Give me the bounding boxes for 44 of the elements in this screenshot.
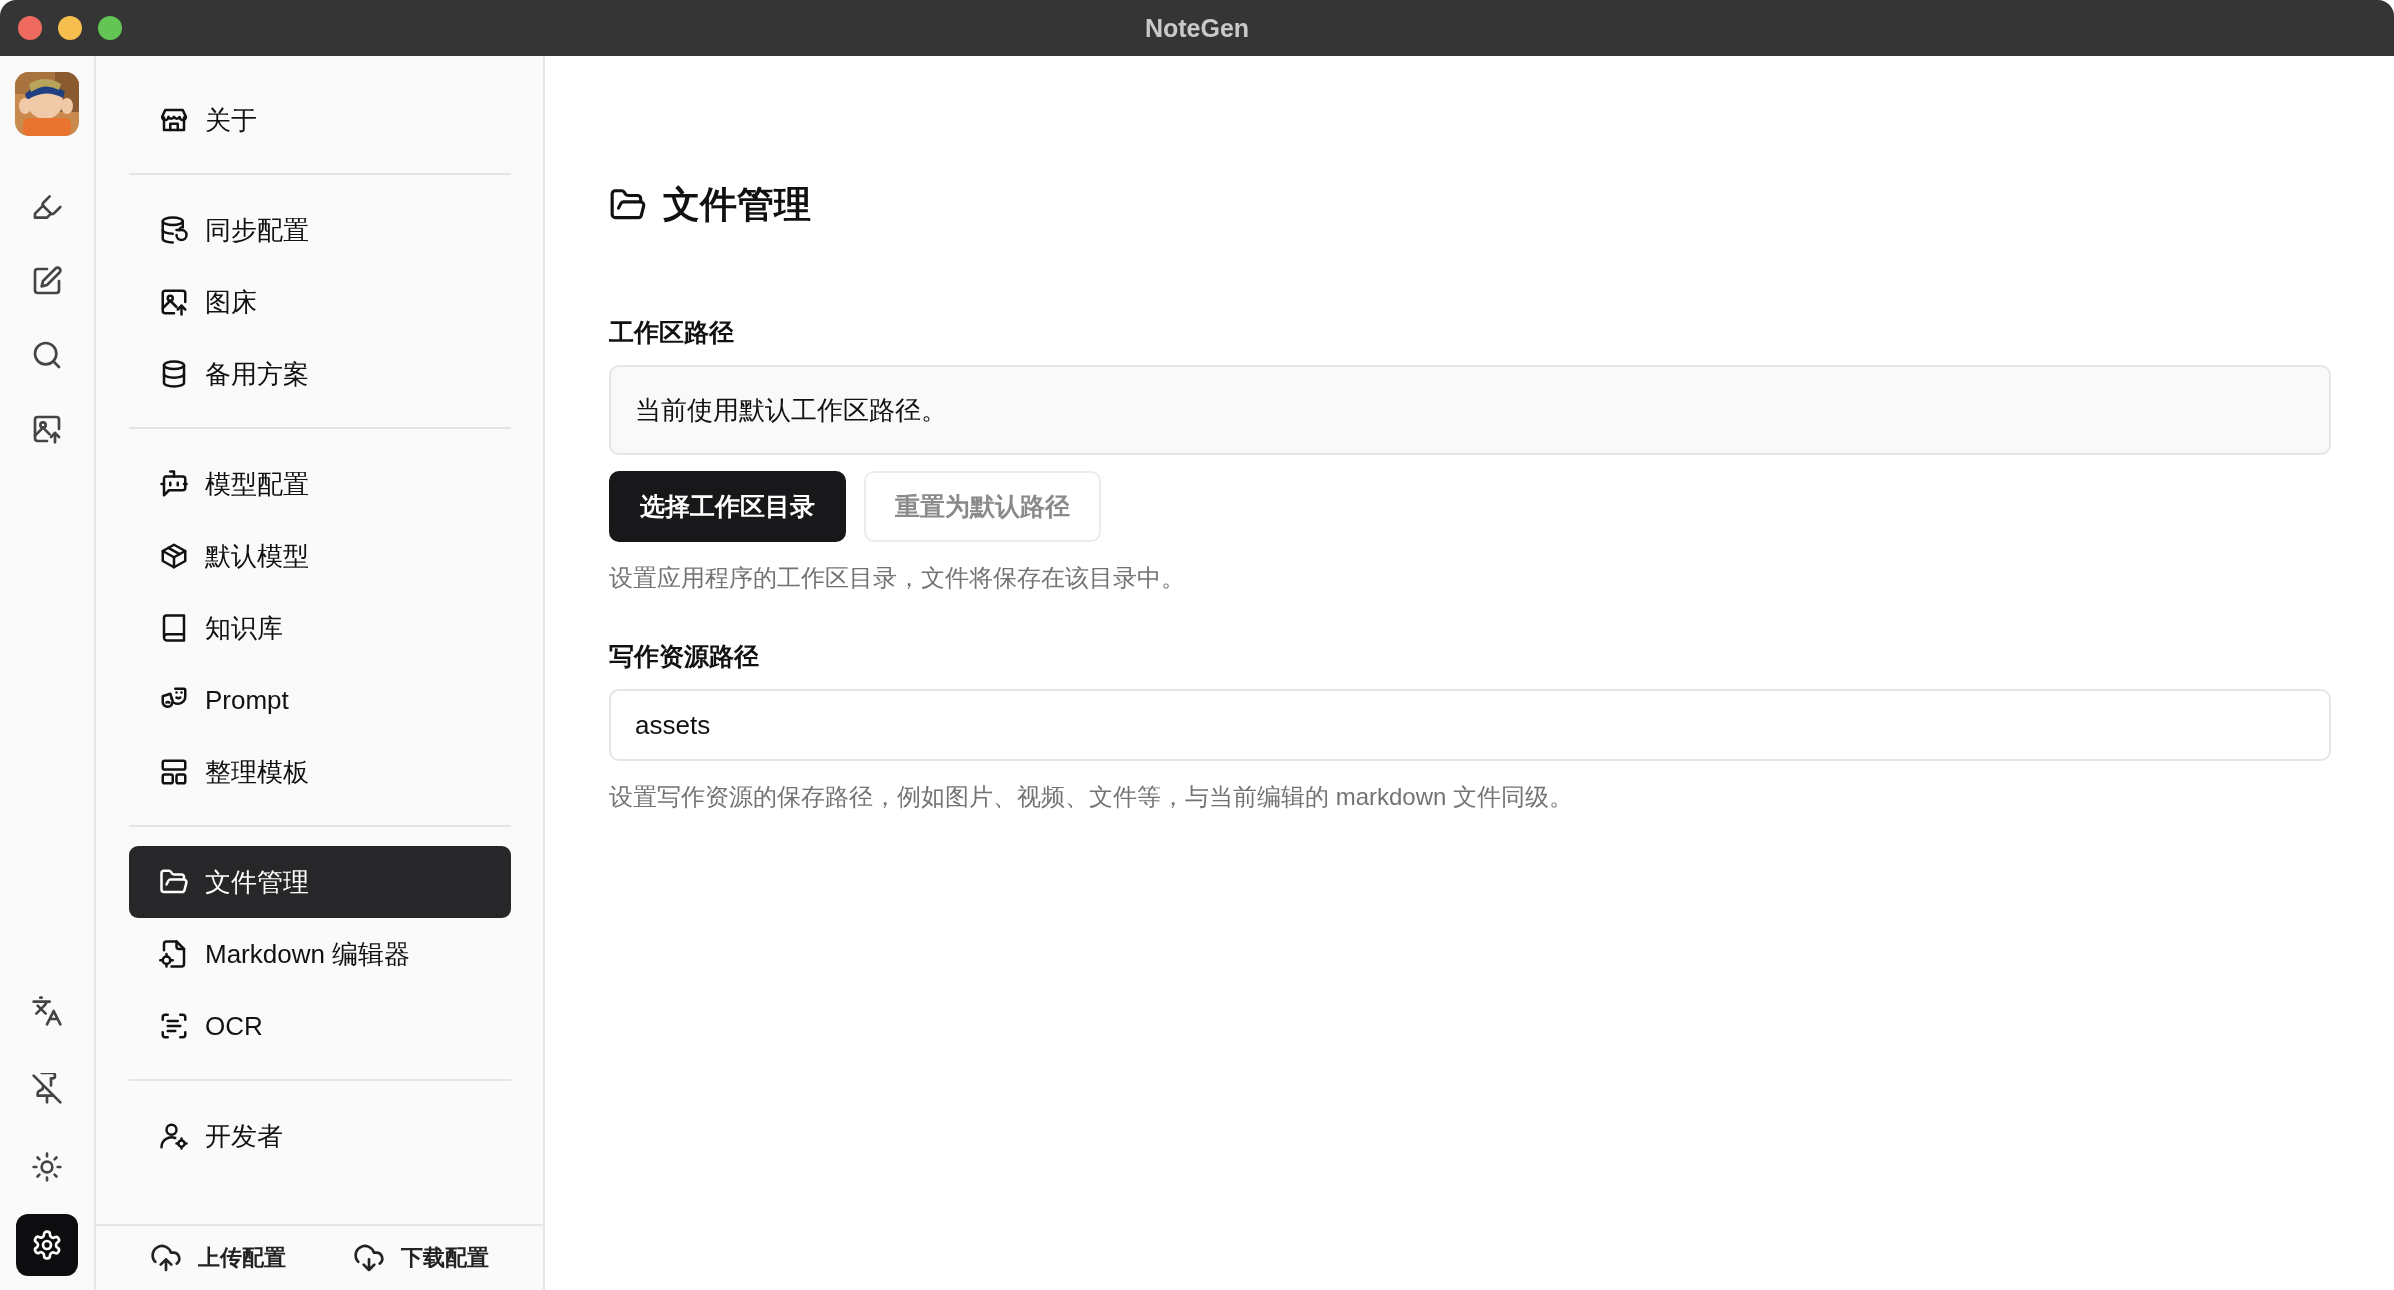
cloud-upload-icon bbox=[149, 1242, 182, 1274]
pin-off-icon bbox=[31, 1073, 63, 1105]
upload-button[interactable]: 上传配置 bbox=[143, 1238, 292, 1278]
sidebar-item[interactable]: 文件管理 bbox=[129, 846, 511, 918]
translate-icon bbox=[31, 995, 63, 1027]
image-upload-icon bbox=[159, 287, 189, 317]
help-text: 设置写作资源的保存路径，例如图片、视频、文件等，与当前编辑的 markdown 文件同级。 bbox=[609, 782, 1574, 812]
path-display: 当前使用默认工作区路径。 bbox=[609, 365, 2331, 455]
page-title: 文件管理 bbox=[663, 183, 811, 227]
sidebar-item[interactable]: 模型配置 bbox=[129, 448, 511, 520]
section-label: 工作区路径 bbox=[609, 317, 734, 348]
sidebar-item[interactable]: 知识库 bbox=[129, 592, 511, 664]
sidebar-item[interactable]: 图床 bbox=[129, 266, 511, 338]
user-gear-icon bbox=[159, 1121, 189, 1151]
sidebar-item[interactable]: 整理模板 bbox=[129, 736, 511, 808]
sidebar-item[interactable]: 同步配置 bbox=[129, 194, 511, 266]
sidebar-item[interactable]: 默认模型 bbox=[129, 520, 511, 592]
image-upload-icon bbox=[31, 413, 63, 445]
sidebar-item[interactable]: 关于 bbox=[129, 84, 511, 156]
window-title: NoteGen bbox=[1144, 13, 1250, 42]
minimize-button[interactable] bbox=[58, 16, 82, 40]
help-text: 设置应用程序的工作区目录，文件将保存在该目录中。 bbox=[609, 563, 1185, 593]
download-button[interactable]: 下载配置 bbox=[347, 1238, 496, 1278]
layout-icon bbox=[159, 757, 189, 787]
sidebar-item[interactable]: 备用方案 bbox=[129, 338, 511, 410]
cloud-download-icon bbox=[353, 1242, 386, 1274]
settings-icon bbox=[31, 1229, 63, 1261]
database-sync-icon bbox=[159, 215, 189, 245]
settings-button[interactable] bbox=[16, 1214, 78, 1276]
edit-icon bbox=[31, 265, 63, 297]
cube-icon bbox=[159, 541, 189, 571]
sun-icon bbox=[31, 1151, 63, 1183]
zoom-button[interactable] bbox=[98, 16, 122, 40]
scan-text-icon bbox=[159, 1011, 189, 1041]
sidebar-item[interactable]: Prompt bbox=[129, 664, 511, 736]
sidebar-item[interactable]: 开发者 bbox=[129, 1100, 511, 1172]
bot-icon bbox=[159, 469, 189, 499]
choose-folder-button[interactable]: 选择工作区目录 bbox=[609, 471, 846, 542]
search-icon bbox=[31, 339, 63, 371]
input-field[interactable]: assets bbox=[609, 689, 2331, 761]
section-label: 写作资源路径 bbox=[609, 641, 759, 672]
sidebar-item[interactable]: OCR bbox=[129, 990, 511, 1062]
sidebar-item[interactable]: Markdown 编辑器 bbox=[129, 918, 511, 990]
close-button[interactable] bbox=[18, 16, 42, 40]
